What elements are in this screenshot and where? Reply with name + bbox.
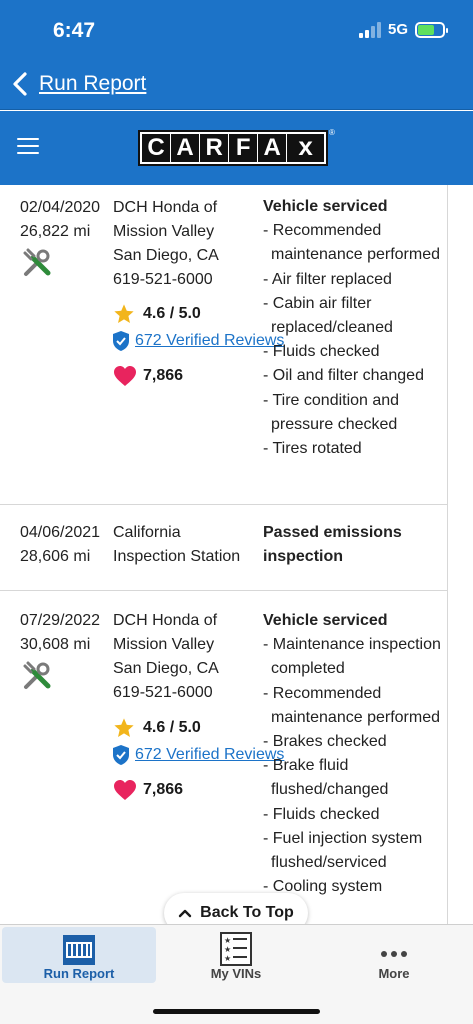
record-date-column: 02/04/2020 26,822 mi [20, 196, 100, 244]
record-heading: Vehicle serviced [263, 198, 388, 215]
favorites-count: 7,866 [113, 365, 183, 387]
svg-text:★: ★ [224, 936, 231, 945]
star-icon [114, 304, 134, 323]
record-source: California Inspection Station [113, 524, 241, 565]
tab-my-vins[interactable]: ★ ★ ★ My VINs [158, 927, 314, 983]
record-date-column: 07/29/2022 30,608 mi [20, 609, 100, 657]
svg-text:★: ★ [224, 954, 231, 963]
record-comments: Passed emissions inspection [263, 524, 402, 565]
verified-reviews-link[interactable]: 672 Verified Reviews [111, 330, 284, 352]
carfax-logo: C A R F A x [138, 130, 328, 166]
dealer-rating: 4.6 / 5.0 [113, 303, 201, 325]
verified-reviews-link[interactable]: 672 Verified Reviews [111, 744, 284, 766]
record-mileage: 28,606 mi [20, 548, 91, 565]
network-type: 5G [387, 21, 408, 38]
history-content[interactable]: 02/04/2020 26,822 mi DCH Honda of Missio… [0, 185, 473, 924]
nav-title-link[interactable]: Run Report [39, 72, 146, 96]
history-record: 07/29/2022 30,608 mi DCH Honda of Missio… [0, 591, 448, 924]
service-tools-icon [23, 248, 51, 276]
dealer-rating: 4.6 / 5.0 [113, 717, 201, 739]
tab-run-report[interactable]: Run Report [2, 927, 156, 983]
service-tools-icon [23, 661, 51, 689]
record-source: DCH Honda of Mission Valley San Diego, C… [113, 199, 219, 288]
brand-bar: C A R F A x ® [0, 111, 473, 185]
record-date: 07/29/2022 [20, 612, 101, 629]
vin-list-icon: ★ ★ ★ [220, 932, 252, 966]
record-source: DCH Honda of Mission Valley San Diego, C… [113, 612, 219, 701]
tab-more[interactable]: More [316, 927, 472, 983]
history-record: 02/04/2020 26,822 mi DCH Honda of Missio… [0, 185, 448, 505]
cellular-signal-icon [358, 21, 381, 38]
more-dots-icon [381, 951, 407, 957]
record-mileage: 30,608 mi [20, 636, 91, 653]
nav-bar: Run Report [0, 60, 473, 110]
verified-shield-icon [113, 745, 129, 765]
status-bar: 6:47 5G [0, 0, 473, 60]
status-time: 6:47 [53, 19, 96, 42]
record-date-column: 04/06/2021 28,606 mi [20, 521, 100, 569]
home-indicator [153, 1009, 320, 1014]
favorites-count: 7,866 [113, 779, 183, 801]
record-date: 02/04/2020 [20, 199, 101, 216]
record-date: 04/06/2021 [20, 524, 101, 541]
verified-shield-icon [113, 331, 129, 351]
record-mileage: 26,822 mi [20, 223, 91, 240]
battery-icon [415, 21, 448, 38]
run-report-icon [63, 935, 95, 965]
star-icon [114, 718, 134, 737]
record-comments: Vehicle serviced - Recommended maintenan… [263, 195, 443, 461]
back-chevron-icon[interactable] [10, 70, 32, 98]
heart-icon [114, 366, 136, 386]
record-heading: Vehicle serviced [263, 612, 388, 629]
status-indicators: 5G [358, 21, 448, 38]
chevron-up-icon [178, 909, 192, 918]
history-record: 04/06/2021 28,606 mi California Inspecti… [0, 505, 448, 591]
record-comments: Vehicle serviced - Maintenance inspectio… [263, 609, 443, 899]
heart-icon [114, 780, 136, 800]
svg-text:★: ★ [224, 945, 231, 954]
hamburger-menu-icon[interactable] [17, 138, 39, 156]
